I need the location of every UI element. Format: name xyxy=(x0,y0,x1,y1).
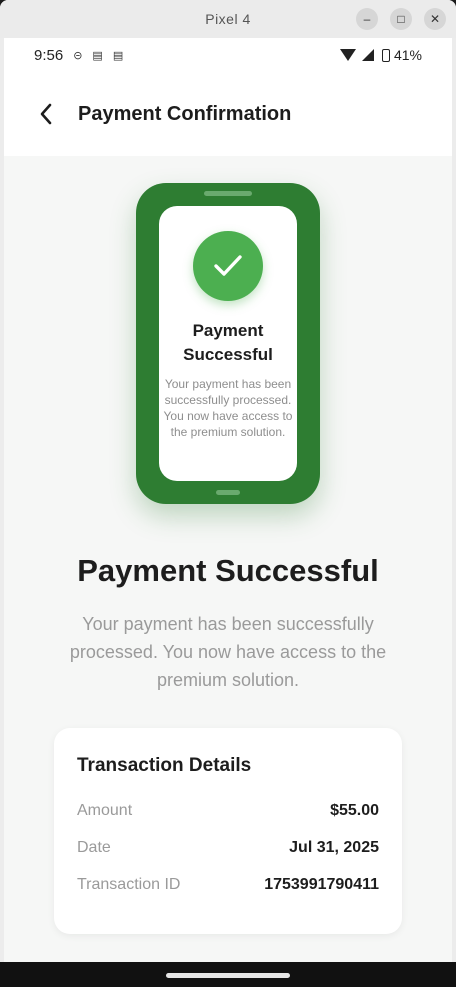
sync-icon: ⊝ xyxy=(73,49,83,62)
phone-screen: 9:56 ⊝ ▤ ▤ 41% Payment Confirmation Paym… xyxy=(4,38,452,962)
amount-value: $55.00 xyxy=(330,802,379,819)
wifi-icon xyxy=(339,49,356,61)
window-titlebar: Pixel 4 – □ ✕ xyxy=(0,0,456,38)
minimize-button[interactable]: – xyxy=(356,8,378,30)
date-label: Date xyxy=(77,839,111,856)
date-value: Jul 31, 2025 xyxy=(289,839,379,856)
illustration-speaker xyxy=(204,191,252,196)
amount-row: Amount $55.00 xyxy=(77,802,379,820)
transaction-id-row: Transaction ID 1753991790411 xyxy=(77,876,379,894)
page-title: Payment Confirmation xyxy=(78,102,292,125)
window-title: Pixel 4 xyxy=(205,11,251,27)
status-time: 9:56 xyxy=(34,46,64,64)
success-headline: Payment Successful xyxy=(77,553,379,588)
phone-illustration: Payment Successful Your payment has been… xyxy=(136,183,320,504)
illustration-home-bar xyxy=(216,490,240,495)
notification-icon: ▤ xyxy=(92,49,103,62)
card-title: Transaction Details xyxy=(77,755,252,776)
battery-icon xyxy=(381,48,390,62)
status-bar: 9:56 ⊝ ▤ ▤ 41% xyxy=(4,38,452,72)
transaction-id-label: Transaction ID xyxy=(77,876,181,893)
amount-label: Amount xyxy=(77,802,133,819)
illustration-screen: Payment Successful Your payment has been… xyxy=(159,206,297,481)
navigation-bar xyxy=(0,962,456,987)
signal-icon xyxy=(361,49,374,61)
transaction-details-card: Transaction Details Amount $55.00 Date J… xyxy=(54,728,402,934)
success-subtext: Your payment has been successfully proce… xyxy=(69,614,387,690)
maximize-button[interactable]: □ xyxy=(390,8,412,30)
checkmark-icon xyxy=(193,231,263,301)
app-bar: Payment Confirmation xyxy=(4,72,452,156)
emulator-window: Pixel 4 – □ ✕ 9:56 ⊝ ▤ ▤ 41% Payment Con… xyxy=(0,0,456,987)
back-arrow-icon[interactable] xyxy=(36,103,56,125)
gesture-handle[interactable] xyxy=(166,973,290,978)
notification-icon-2: ▤ xyxy=(112,49,124,62)
battery-percent: 41% xyxy=(393,47,422,63)
illustration-title: Payment Successful xyxy=(183,321,273,364)
date-row: Date Jul 31, 2025 xyxy=(77,839,379,857)
transaction-id-value: 1753991790411 xyxy=(264,876,379,893)
status-right: 41% xyxy=(339,47,422,63)
close-button[interactable]: ✕ xyxy=(424,8,446,30)
illustration-message: Your payment has been successfully proce… xyxy=(163,377,293,439)
